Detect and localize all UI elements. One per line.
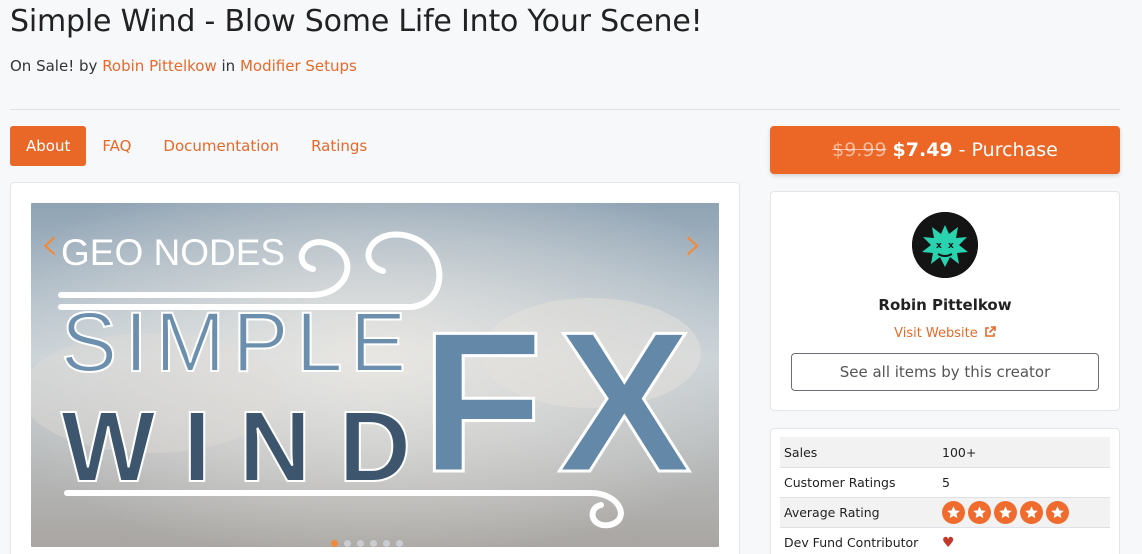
stat-value: 5 — [942, 475, 950, 490]
carousel-dot[interactable] — [383, 540, 390, 547]
star-icon — [994, 501, 1017, 524]
hero-image[interactable]: GEO NODES SIMPLE WIND FX — [31, 203, 719, 547]
creator-card: x x Robin Pittelkow Visit Website See al… — [770, 191, 1120, 411]
stat-label: Sales — [784, 444, 818, 460]
sale-price: $7.49 — [892, 139, 953, 161]
hero-text-geonodes: GEO NODES — [61, 232, 285, 273]
see-all-items-button[interactable]: See all items by this creator — [791, 353, 1099, 391]
creator-avatar[interactable]: x x — [912, 212, 978, 278]
carousel-dot[interactable] — [370, 540, 377, 547]
star-icon — [968, 501, 991, 524]
svg-text:x: x — [936, 241, 942, 251]
purchase-label: - Purchase — [958, 139, 1058, 161]
carousel-indicators — [331, 540, 403, 547]
carousel-next-arrow[interactable]: › — [684, 220, 703, 268]
hero-graphic: GEO NODES SIMPLE WIND FX — [31, 203, 719, 547]
heart-icon: ♥ — [942, 534, 955, 551]
avatar-splat-icon: x x — [912, 212, 978, 278]
carousel-prev-arrow[interactable]: ‹ — [40, 220, 59, 268]
star-icon — [1020, 501, 1043, 524]
hero-text-simple: SIMPLE — [61, 295, 406, 389]
product-subtitle: On Sale! by Robin Pittelkow in Modifier … — [10, 57, 357, 75]
visit-website-label: Visit Website — [894, 326, 978, 341]
carousel-dot[interactable] — [396, 540, 403, 547]
svg-text:x: x — [948, 241, 954, 251]
tab-faq[interactable]: FAQ — [86, 126, 147, 166]
media-card: GEO NODES SIMPLE WIND FX — [10, 182, 740, 554]
carousel-dot[interactable] — [331, 540, 338, 547]
star-icon — [1046, 501, 1069, 524]
header-divider — [10, 109, 1120, 110]
category-link[interactable]: Modifier Setups — [240, 57, 357, 75]
stat-row-sales: Sales 100+ — [780, 437, 1110, 467]
stat-row-customer-ratings: Customer Ratings 5 — [780, 467, 1110, 497]
product-tabs: About FAQ Documentation Ratings — [10, 126, 383, 166]
carousel-dot[interactable] — [357, 540, 364, 547]
tab-about[interactable]: About — [10, 126, 87, 166]
stat-row-average-rating: Average Rating — [780, 497, 1110, 527]
visit-website-link[interactable]: Visit Website — [771, 326, 1119, 341]
original-price: $9.99 — [832, 139, 887, 161]
purchase-button[interactable]: $9.99 $7.49 - Purchase — [770, 126, 1120, 174]
stat-label: Customer Ratings — [784, 475, 896, 490]
rating-stars — [942, 501, 1110, 524]
tab-ratings[interactable]: Ratings — [295, 126, 383, 166]
creator-name: Robin Pittelkow — [878, 296, 1012, 314]
external-link-icon — [985, 326, 996, 337]
by-text: by — [79, 57, 98, 75]
in-text: in — [221, 57, 236, 75]
author-link[interactable]: Robin Pittelkow — [102, 57, 217, 75]
stat-row-dev-fund: Dev Fund Contributor ♥ — [780, 527, 1110, 554]
sale-status: On Sale! — [10, 57, 75, 75]
product-stats: Sales 100+ Customer Ratings 5 Average Ra… — [770, 428, 1120, 554]
carousel-dot[interactable] — [344, 540, 351, 547]
stat-label: Dev Fund Contributor — [784, 535, 919, 550]
tab-documentation[interactable]: Documentation — [147, 126, 295, 166]
stat-label: Average Rating — [784, 505, 880, 520]
page-title: Simple Wind - Blow Some Life Into Your S… — [10, 4, 703, 39]
star-icon — [942, 501, 965, 524]
stat-value: 100+ — [942, 444, 977, 460]
